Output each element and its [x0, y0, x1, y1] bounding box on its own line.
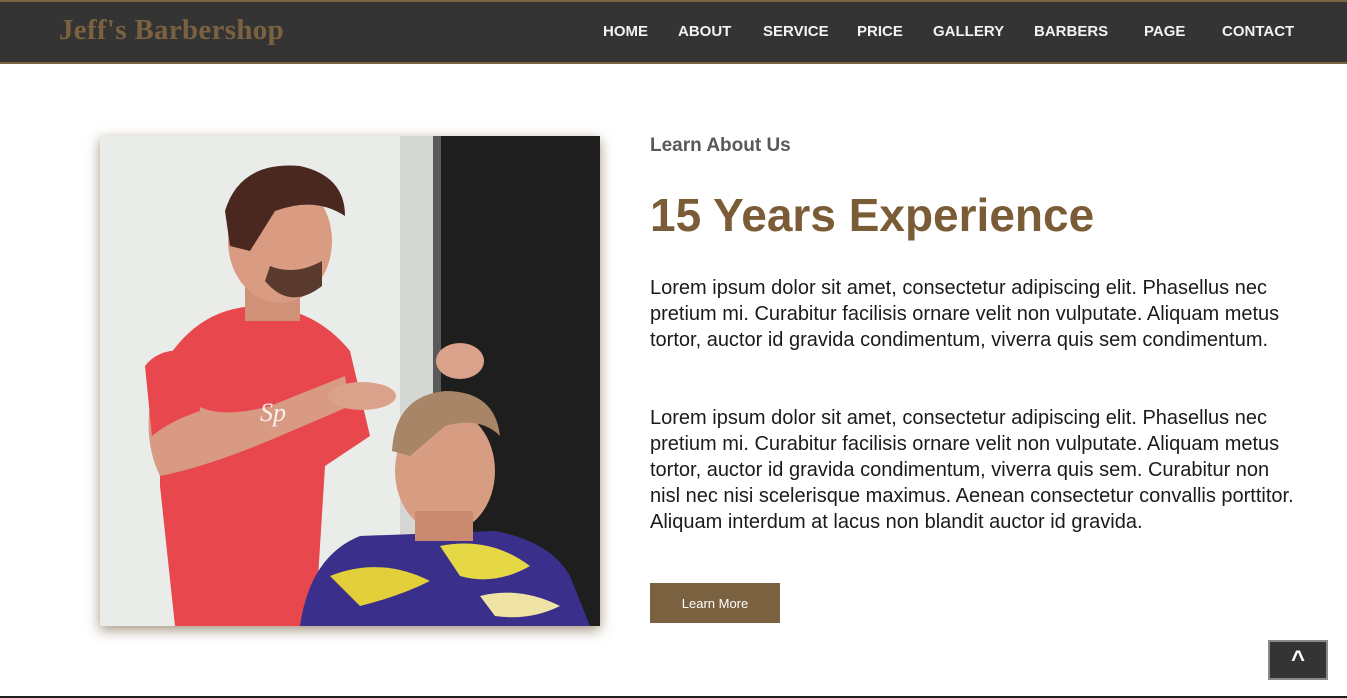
- brand-logo[interactable]: Jeff's Barbershop: [59, 14, 284, 47]
- section-headline: 15 Years Experience: [650, 189, 1095, 241]
- nav-about[interactable]: ABOUT: [678, 23, 731, 40]
- nav-barbers[interactable]: BARBERS: [1034, 23, 1108, 40]
- section-eyebrow: Learn About Us: [650, 135, 791, 156]
- nav-contact[interactable]: CONTACT: [1222, 23, 1294, 40]
- nav-gallery[interactable]: GALLERY: [933, 23, 1004, 40]
- learn-more-button[interactable]: Learn More: [650, 583, 780, 623]
- chevron-up-icon: ^: [1290, 646, 1305, 673]
- barber-photo-image: Sp: [100, 136, 600, 626]
- nav-page[interactable]: PAGE: [1144, 23, 1185, 40]
- barber-photo: Sp: [100, 136, 600, 626]
- nav-service[interactable]: SERVICE: [763, 23, 829, 40]
- about-paragraph-1: Lorem ipsum dolor sit amet, consectetur …: [650, 277, 1280, 351]
- nav-price[interactable]: PRICE: [857, 23, 903, 40]
- back-to-top-button[interactable]: ^: [1268, 640, 1328, 680]
- about-paragraph-2: Lorem ipsum dolor sit amet, consectetur …: [650, 407, 1294, 533]
- nav-home[interactable]: HOME: [603, 23, 648, 40]
- page: Jeff's Barbershop HOME ABOUT SERVICE PRI…: [0, 0, 1347, 698]
- svg-text:Sp: Sp: [260, 398, 286, 427]
- top-navbar: Jeff's Barbershop HOME ABOUT SERVICE PRI…: [0, 0, 1347, 64]
